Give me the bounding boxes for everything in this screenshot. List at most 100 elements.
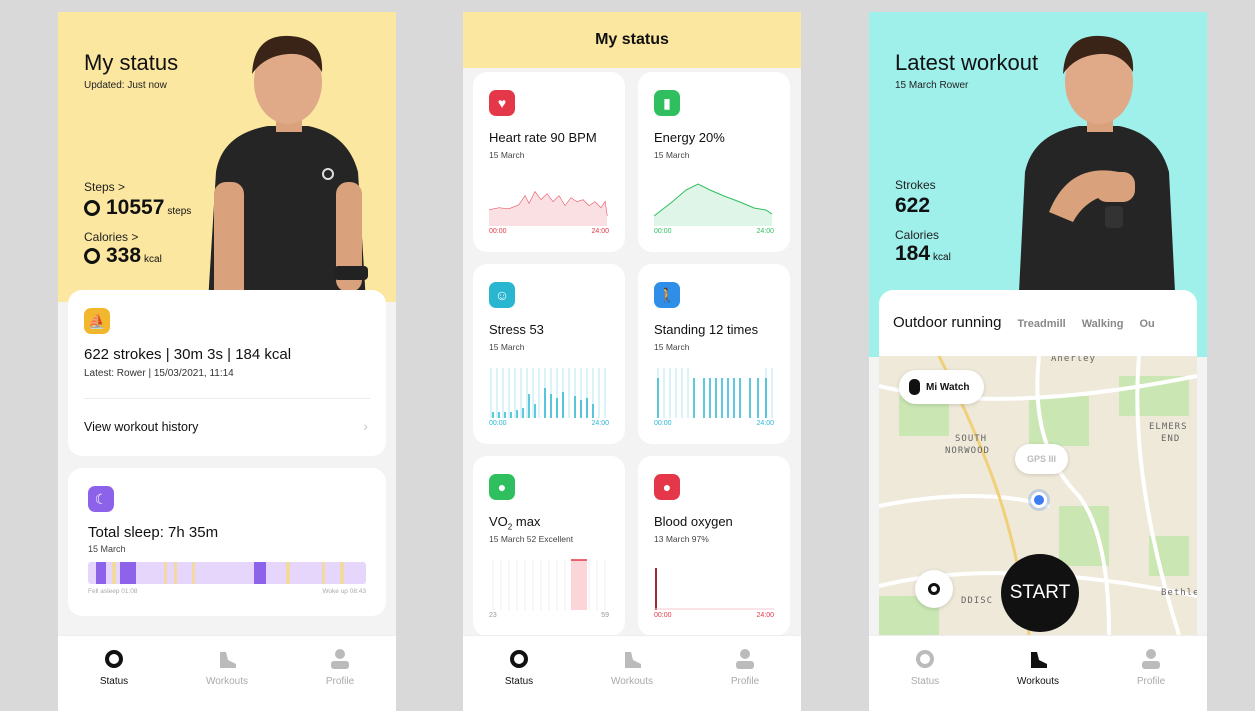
axis-start: 23 (489, 612, 497, 619)
steps-value: 10557 steps (84, 196, 191, 220)
camera-button[interactable] (915, 570, 953, 608)
person-icon (1142, 649, 1160, 669)
tab-profile[interactable]: Profile (1095, 646, 1207, 687)
axis-end: 24:00 (756, 228, 774, 235)
tab-outdoor[interactable]: Ou (1139, 318, 1154, 330)
sleep-date: 15 March (88, 544, 126, 554)
vo2-max-tile[interactable]: ● VO2 max 15 March 52 Excellent 23 59 (473, 456, 625, 636)
calories-number: 338 (106, 244, 142, 267)
calories-label: Calories (895, 228, 940, 242)
map-label: END (1161, 434, 1181, 444)
sleep-start: Fell asleep 01:08 (88, 588, 138, 595)
status-grid-screen: My status ♥ Heart rate 90 BPM 15 March 0… (463, 12, 801, 711)
strokes-label: Strokes (895, 178, 936, 192)
tile-date: 15 March (489, 150, 525, 160)
workout-start-sheet: Outdoor running Treadmill Walking Ou Ane… (879, 290, 1197, 635)
location-dot (1031, 492, 1047, 508)
tile-date: 15 March (489, 342, 525, 352)
workout-card[interactable]: ⛵ 622 strokes | 30m 3s | 184 kcal Latest… (68, 290, 386, 456)
page-title: My status (463, 12, 801, 68)
tab-profile[interactable]: Profile (689, 646, 801, 687)
device-name: Mi Watch (926, 381, 970, 393)
person-icon (331, 649, 349, 669)
rower-icon: ⛵ (84, 308, 110, 334)
heart-rate-chart (489, 191, 608, 226)
workout-summary: 622 strokes | 30m 3s | 184 kcal (84, 346, 292, 363)
ring-icon (84, 248, 100, 264)
calories-value: 338 kcal (84, 244, 162, 268)
tab-outdoor-running[interactable]: Outdoor running (893, 314, 1001, 331)
tile-title: VO2 max (489, 514, 541, 532)
steps-number: 10557 (106, 196, 165, 219)
sleep-stage-bar (88, 562, 366, 584)
vo2-max-chart (492, 559, 606, 610)
stress-chart (490, 368, 606, 418)
map-label: SOUTH (955, 434, 988, 444)
stress-tile[interactable]: ☺ Stress 53 15 March 00:00 24:00 (473, 264, 625, 444)
axis-start: 00:00 (654, 420, 672, 427)
avatar-illustration (208, 35, 368, 302)
tab-treadmill[interactable]: Treadmill (1017, 318, 1065, 330)
tile-title: Blood oxygen (654, 514, 733, 529)
workout-subtitle: 15 March Rower (895, 80, 969, 91)
calories-unit: kcal (144, 254, 162, 265)
tab-label: Profile (1136, 676, 1166, 687)
tab-label: Workouts (205, 676, 249, 687)
energy-icon: ▮ (654, 90, 680, 116)
calories-number: 184 (895, 242, 931, 265)
sleep-title: Total sleep: 7h 35m (88, 524, 219, 541)
status-ring-icon (916, 650, 934, 668)
tab-bar: Status Workouts Profile (463, 635, 801, 711)
steps-label[interactable]: Steps > (84, 180, 125, 194)
workout-screen: Latest workout 15 March Rower Strokes 62… (869, 12, 1207, 711)
page-title: My status (84, 50, 179, 75)
status-screen: My status Updated: Just now Steps > 1055… (58, 12, 396, 711)
tab-workouts[interactable]: Workouts (171, 646, 283, 687)
gps-label: GPS III (1027, 454, 1057, 464)
blood-oxygen-chart (654, 568, 774, 610)
map-label: NORWOOD (945, 446, 990, 456)
moon-icon: ☾ (88, 486, 114, 512)
camera-icon (928, 583, 940, 595)
view-workout-history-link[interactable]: View workout history (84, 420, 198, 434)
calories-label[interactable]: Calories > (84, 230, 138, 244)
energy-tile[interactable]: ▮ Energy 20% 15 March 00:00 24:00 (638, 72, 790, 252)
tab-label: Status (910, 676, 940, 687)
divider (84, 398, 370, 399)
tile-title: Stress 53 (489, 322, 544, 337)
tab-status[interactable]: Status (869, 646, 981, 687)
standing-tile[interactable]: 🚶 Standing 12 times 15 March 00:00 24:00 (638, 264, 790, 444)
device-selector[interactable]: Mi Watch (899, 370, 984, 404)
tab-profile[interactable]: Profile (284, 646, 396, 687)
face-icon: ☺ (489, 282, 515, 308)
tab-walking[interactable]: Walking (1082, 318, 1124, 330)
tab-label: Profile (325, 676, 355, 687)
blood-oxygen-tile[interactable]: ● Blood oxygen 13 March 97% 00:00 24:00 (638, 456, 790, 636)
shoe-icon (220, 652, 236, 668)
tile-title: Heart rate 90 BPM (489, 130, 597, 145)
tile-date: 15 March (654, 150, 690, 160)
steps-unit: steps (167, 206, 192, 217)
axis-end: 59 (601, 612, 609, 619)
route-map[interactable]: Anerley SOUTH NORWOOD ELMERS END DDISC B… (879, 356, 1197, 635)
tile-title: Energy 20% (654, 130, 725, 145)
person-icon (736, 649, 754, 669)
tab-status[interactable]: Status (463, 646, 575, 687)
tile-date: 15 March (654, 342, 690, 352)
standing-chart (657, 368, 773, 418)
tab-workouts[interactable]: Workouts (982, 646, 1094, 687)
axis-start: 00:00 (654, 228, 672, 235)
chevron-right-icon[interactable]: › (363, 418, 368, 434)
heart-rate-tile[interactable]: ♥ Heart rate 90 BPM 15 March 00:00 24:00 (473, 72, 625, 252)
sleep-card[interactable]: ☾ Total sleep: 7h 35m 15 March Fell asle… (68, 468, 386, 616)
shoe-icon (1031, 652, 1047, 668)
tab-workouts[interactable]: Workouts (576, 646, 688, 687)
start-button[interactable]: START (1001, 554, 1079, 632)
watch-icon (909, 379, 920, 395)
tab-bar: Status Workouts Profile (869, 635, 1207, 711)
axis-start: 00:00 (654, 612, 672, 619)
avatar-illustration (1019, 35, 1175, 292)
sport-tabs: Outdoor running Treadmill Walking Ou (893, 314, 1155, 331)
tab-status[interactable]: Status (58, 646, 170, 687)
updated-text: Updated: Just now (84, 80, 167, 91)
